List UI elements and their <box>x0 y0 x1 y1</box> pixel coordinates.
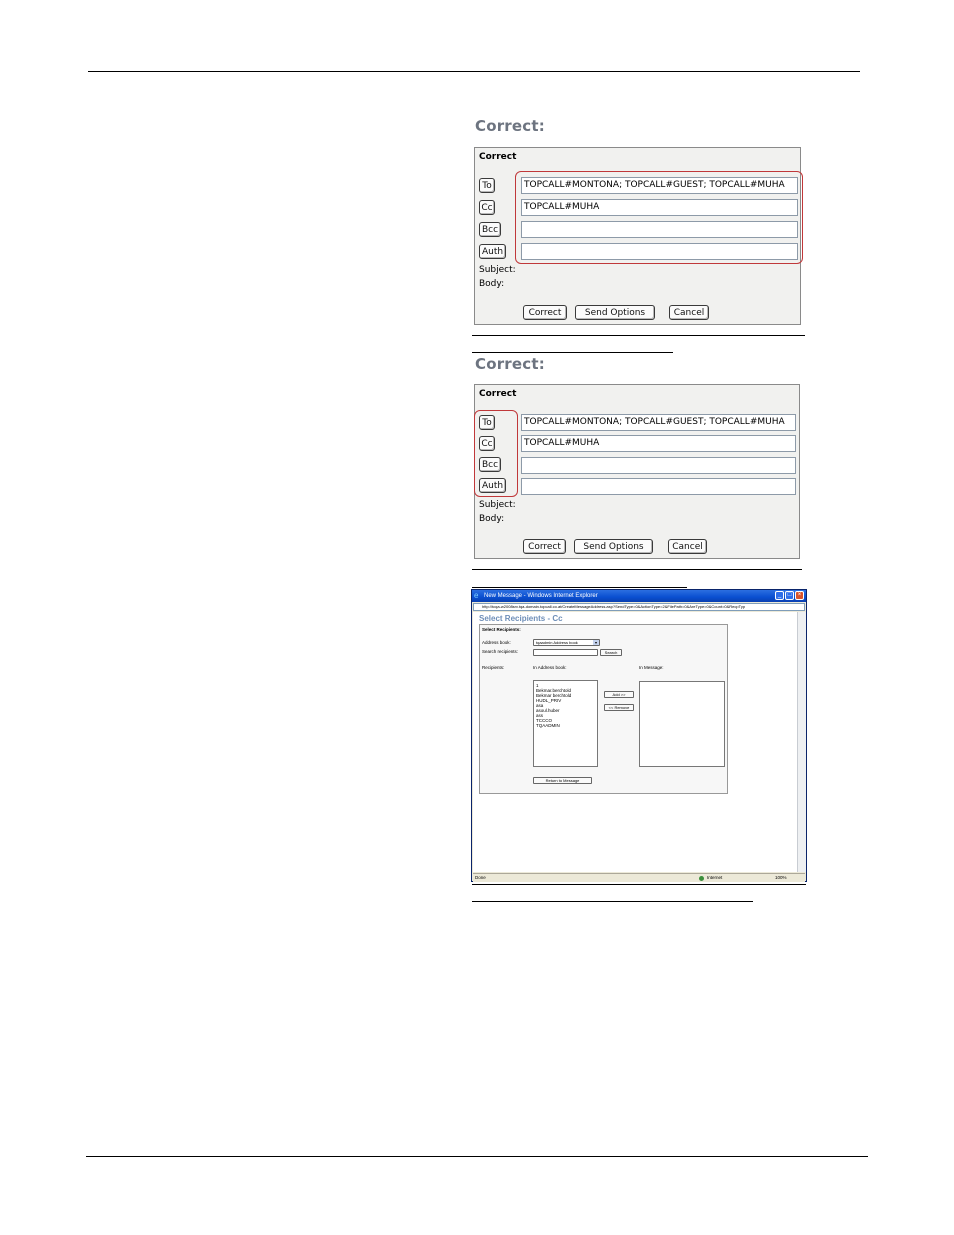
browser-content: Select Recipients - Cc Select Recipients… <box>473 612 797 872</box>
browser-titlebar: e New Message - Windows Internet Explore… <box>472 590 806 602</box>
status-text: Done <box>475 875 486 880</box>
recipients-label: Recipients: <box>482 665 505 670</box>
auth-field[interactable] <box>521 478 796 495</box>
bcc-button[interactable]: Bcc <box>479 222 501 237</box>
address-book-entries: 1 Bekmar.berchtold Bekmar berchtold HUDL_PR… <box>536 683 571 728</box>
page-title: Select Recipients - Cc <box>479 614 563 623</box>
address-book-select[interactable]: tqaadmin Address book ▾ <box>533 639 600 646</box>
close-icon[interactable]: × <box>795 591 804 600</box>
search-button[interactable]: Search <box>600 649 622 656</box>
figure2-heading: Correct: <box>475 355 545 373</box>
cancel-button[interactable]: Cancel <box>669 305 709 320</box>
fields-highlight <box>515 171 803 264</box>
browser-window: e New Message - Windows Internet Explore… <box>471 589 807 882</box>
subject-label: Subject: <box>479 265 516 275</box>
chevron-down-icon: ▾ <box>593 640 599 645</box>
to-field[interactable]: TOPCALL#MONTONA; TOPCALL#GUEST; TOPCALL#… <box>521 414 796 431</box>
body-label: Body: <box>479 514 505 524</box>
bcc-field[interactable] <box>521 457 796 474</box>
caption3-rule <box>472 901 753 902</box>
figure1-underline <box>472 335 805 336</box>
remove-button[interactable]: << Remove <box>604 704 634 711</box>
ie-logo-icon: e <box>474 591 479 600</box>
maximize-icon[interactable]: □ <box>785 591 794 600</box>
buttons-highlight <box>474 410 518 497</box>
header-rule <box>88 71 860 72</box>
address-bar[interactable]: http://tcqa-w2008srv.tqa-domain.topcall.… <box>473 603 805 611</box>
panel-title: Correct <box>479 152 517 162</box>
add-button[interactable]: Add >> <box>604 691 634 698</box>
zoom-text[interactable]: 100% <box>775 874 787 882</box>
search-label: Search recipients: <box>482 649 519 654</box>
panel-title: Correct <box>479 389 517 399</box>
address-book-entry[interactable]: TQAADMIN <box>536 723 571 728</box>
globe-icon <box>699 876 704 881</box>
body-label: Body: <box>479 279 505 289</box>
caption1-rule <box>472 352 673 353</box>
address-book-value: tqaadmin Address book <box>536 640 578 645</box>
figure2-correct-panel: Correct To Cc Bcc Auth TOPCALL#MONTONA; … <box>474 384 800 559</box>
in-message-list[interactable] <box>639 681 725 767</box>
cancel-button[interactable]: Cancel <box>668 539 707 554</box>
cc-button[interactable]: Cc <box>479 200 495 215</box>
address-book-label: Address book: <box>482 640 511 645</box>
to-button[interactable]: To <box>479 178 495 193</box>
minimize-icon[interactable]: _ <box>775 591 784 600</box>
caption2-rule <box>472 587 687 588</box>
select-recipients-box: Select Recipients: Address book: tqaadmi… <box>479 624 728 794</box>
figure2-underline <box>472 569 802 570</box>
correct-button[interactable]: Correct <box>523 305 567 320</box>
figure3-underline <box>472 884 806 885</box>
subject-label: Subject: <box>479 500 516 510</box>
footer-rule <box>86 1156 868 1157</box>
in-address-book-label: In Address book: <box>533 665 567 670</box>
return-to-message-button[interactable]: Return to Message <box>533 777 592 784</box>
in-message-label: In Message: <box>639 665 664 670</box>
auth-button[interactable]: Auth <box>479 244 506 259</box>
send-options-button[interactable]: Send Options <box>575 305 655 320</box>
cc-field[interactable]: TOPCALL#MUHA <box>521 435 796 452</box>
status-bar: Done Internet 100% <box>473 873 805 882</box>
correct-button[interactable]: Correct <box>523 539 566 554</box>
zone-text: Internet <box>707 875 723 880</box>
vertical-scrollbar[interactable] <box>797 612 806 872</box>
send-options-button[interactable]: Send Options <box>574 539 653 554</box>
address-book-list[interactable]: 1 Bekmar.berchtold Bekmar berchtold HUDL_PR… <box>533 680 598 767</box>
figure1-heading: Correct: <box>475 117 545 135</box>
browser-window-title: New Message - Windows Internet Explorer <box>484 593 598 599</box>
search-input[interactable] <box>533 649 598 656</box>
box-title: Select Recipients: <box>482 627 521 632</box>
